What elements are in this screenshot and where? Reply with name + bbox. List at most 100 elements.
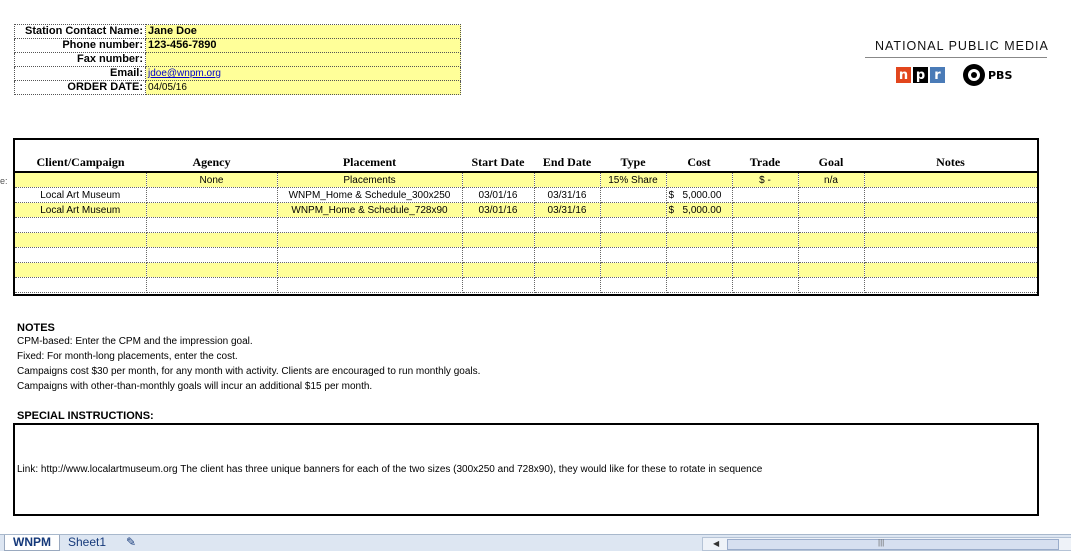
- start-date-cell[interactable]: 03/01/16: [462, 202, 535, 218]
- placement-cell[interactable]: WNPM_Home & Schedule_728x90: [277, 202, 463, 218]
- cell[interactable]: [666, 262, 733, 278]
- type-cell[interactable]: [600, 187, 667, 203]
- agency-cell[interactable]: [146, 202, 278, 218]
- cell[interactable]: [277, 217, 463, 233]
- contact-value[interactable]: 04/05/16: [145, 80, 461, 95]
- cell[interactable]: [462, 217, 535, 233]
- cell[interactable]: [864, 247, 1037, 263]
- cell[interactable]: [732, 277, 799, 293]
- cell[interactable]: [146, 232, 278, 248]
- horizontal-scrollbar[interactable]: ◀ |||: [702, 537, 1071, 551]
- cell[interactable]: [146, 247, 278, 263]
- end-date-cell[interactable]: 03/31/16: [534, 187, 601, 203]
- cell[interactable]: [462, 172, 535, 188]
- cell[interactable]: [600, 262, 667, 278]
- trade-cell[interactable]: [732, 187, 799, 203]
- table-row: Local Art Museum WNPM_Home & Schedule_72…: [15, 202, 1037, 218]
- cell[interactable]: [15, 172, 147, 188]
- cell[interactable]: [277, 262, 463, 278]
- placement-cell[interactable]: WNPM_Home & Schedule_300x250: [277, 187, 463, 203]
- type-cell[interactable]: [600, 202, 667, 218]
- npr-logo: n p r: [896, 67, 945, 83]
- cell[interactable]: [15, 247, 147, 263]
- header-cost: Cost: [666, 140, 732, 173]
- agency-cell[interactable]: [146, 187, 278, 203]
- cost-cell[interactable]: $5,000.00: [666, 187, 733, 203]
- cell[interactable]: [798, 232, 865, 248]
- cell[interactable]: [462, 277, 535, 293]
- cell[interactable]: [600, 247, 667, 263]
- cell[interactable]: [666, 247, 733, 263]
- cell[interactable]: [146, 262, 278, 278]
- agency-dropdown[interactable]: None: [146, 172, 278, 188]
- cell[interactable]: [462, 232, 535, 248]
- cell[interactable]: [864, 262, 1037, 278]
- cell[interactable]: [864, 172, 1037, 188]
- insert-sheet-icon[interactable]: ✎: [118, 535, 154, 550]
- cell[interactable]: [666, 232, 733, 248]
- scroll-thumb[interactable]: [727, 539, 1059, 550]
- cell[interactable]: [798, 262, 865, 278]
- goal-cell[interactable]: [798, 187, 865, 203]
- cell[interactable]: [732, 232, 799, 248]
- cell[interactable]: [462, 247, 535, 263]
- cell[interactable]: [15, 262, 147, 278]
- cell[interactable]: [15, 232, 147, 248]
- sheet-tab-wnpm[interactable]: WNPM: [4, 535, 60, 551]
- cell[interactable]: [864, 277, 1037, 293]
- goal-cell[interactable]: n/a: [798, 172, 865, 188]
- client-cell[interactable]: Local Art Museum: [15, 202, 147, 218]
- cell[interactable]: [277, 232, 463, 248]
- cell[interactable]: [534, 232, 601, 248]
- order-table: Client/Campaign Agency Placement Start D…: [15, 140, 1037, 293]
- cell[interactable]: [534, 262, 601, 278]
- cell[interactable]: [277, 247, 463, 263]
- contact-row: Email: jdoe@wnpm.org: [14, 66, 461, 81]
- scroll-left-icon[interactable]: ◀: [713, 539, 719, 548]
- trade-cell[interactable]: $ -: [732, 172, 799, 188]
- cost-cell[interactable]: $5,000.00: [666, 202, 733, 218]
- cell[interactable]: [146, 217, 278, 233]
- cell[interactable]: [666, 172, 733, 188]
- cell[interactable]: [732, 247, 799, 263]
- cell[interactable]: [864, 232, 1037, 248]
- client-cell[interactable]: Local Art Museum: [15, 187, 147, 203]
- end-date-cell[interactable]: 03/31/16: [534, 202, 601, 218]
- contact-value[interactable]: [145, 52, 461, 67]
- type-dropdown[interactable]: 15% Share: [600, 172, 667, 188]
- cell[interactable]: [146, 277, 278, 293]
- contact-value[interactable]: Jane Doe: [145, 24, 461, 39]
- cell[interactable]: [864, 217, 1037, 233]
- cell[interactable]: [534, 247, 601, 263]
- cell[interactable]: [600, 217, 667, 233]
- notes-cell[interactable]: [864, 187, 1037, 203]
- cell[interactable]: [15, 277, 147, 293]
- sheet-tab-bar: WNPM Sheet1 ✎ ◀ |||: [0, 534, 1071, 551]
- cell[interactable]: [798, 217, 865, 233]
- cell[interactable]: [666, 277, 733, 293]
- contact-value[interactable]: jdoe@wnpm.org: [145, 66, 461, 81]
- notes-cell[interactable]: [864, 202, 1037, 218]
- goal-cell[interactable]: [798, 202, 865, 218]
- cell[interactable]: [277, 277, 463, 293]
- email-link[interactable]: jdoe@wnpm.org: [148, 68, 221, 79]
- trade-cell[interactable]: [732, 202, 799, 218]
- start-date-cell[interactable]: 03/01/16: [462, 187, 535, 203]
- placement-dropdown[interactable]: Placements: [277, 172, 463, 188]
- cell[interactable]: [732, 262, 799, 278]
- default-row: None Placements 15% Share $ - n/a: [15, 172, 1037, 188]
- cell[interactable]: [732, 217, 799, 233]
- cell[interactable]: [15, 217, 147, 233]
- cell[interactable]: [534, 172, 601, 188]
- cell[interactable]: [600, 232, 667, 248]
- cell[interactable]: [462, 262, 535, 278]
- cell[interactable]: [666, 217, 733, 233]
- cell[interactable]: [798, 277, 865, 293]
- contact-label: Phone number:: [14, 38, 146, 53]
- contact-value[interactable]: 123-456-7890: [145, 38, 461, 53]
- cell[interactable]: [534, 277, 601, 293]
- cell[interactable]: [798, 247, 865, 263]
- cell[interactable]: [600, 277, 667, 293]
- sheet-tab-sheet1[interactable]: Sheet1: [60, 535, 114, 550]
- cell[interactable]: [534, 217, 601, 233]
